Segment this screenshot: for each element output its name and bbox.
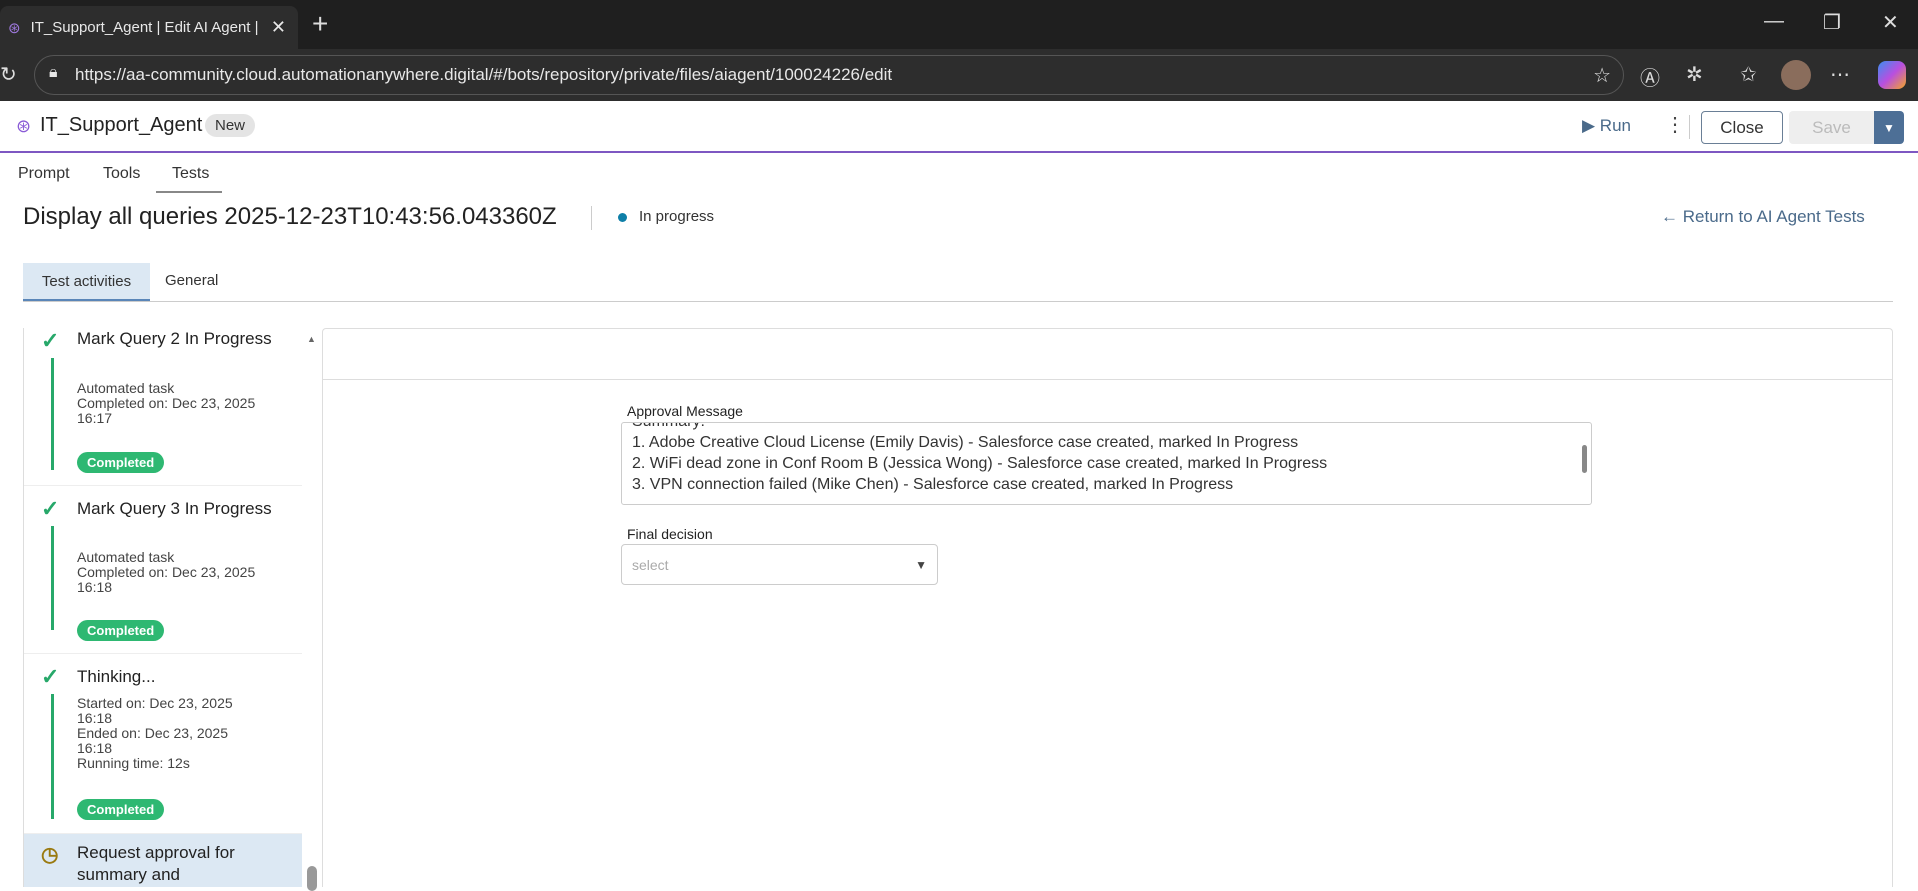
run-label: Run (1599, 116, 1631, 135)
activity-meta: 16:18 (77, 740, 113, 756)
activity-meta: Automated task (77, 380, 175, 396)
chevron-down-icon: ▼ (915, 557, 927, 572)
activity-meta: 16:18 (77, 579, 113, 595)
timeline-line (51, 694, 54, 819)
check-icon: ✓ (41, 664, 60, 689)
activity-meta: Completed on: Dec 23, 2025 (77, 395, 256, 411)
scroll-up-icon[interactable]: ▲ (307, 334, 316, 344)
timeline-line (51, 526, 54, 630)
url-text: https://aa-community.cloud.automationany… (75, 65, 893, 84)
message-line: 3. VPN connection failed (Mike Chen) - S… (632, 476, 1234, 493)
status-badge: Completed (77, 452, 165, 473)
save-dropdown-icon[interactable]: ▼ (1874, 111, 1904, 144)
lock-icon: 🔒︎ (49, 64, 58, 81)
reload-icon[interactable]: ↻ (0, 62, 17, 87)
check-icon: ✓ (41, 328, 60, 353)
clock-icon: ◷ (41, 844, 59, 866)
profile-avatar[interactable] (1781, 60, 1811, 90)
status-badge: Completed (77, 799, 165, 820)
divider (1689, 115, 1690, 139)
final-decision-select[interactable]: select ▼ (621, 544, 938, 585)
browser-tab[interactable]: ⊛ IT_Support_Agent | Edit AI Agent | ✕ (0, 6, 298, 49)
approval-message-label: Approval Message (627, 403, 743, 419)
activity-meta: Started on: Dec 23, 2025 (77, 695, 233, 711)
activity-meta: 16:17 (77, 410, 113, 426)
more-options-icon[interactable]: ⋯ (1830, 62, 1850, 87)
status-dot-icon (618, 213, 627, 222)
activity-title: Thinking... (77, 667, 156, 686)
copilot-icon[interactable] (1878, 61, 1906, 89)
check-icon: ✓ (41, 496, 60, 521)
status-badge: Completed (77, 620, 165, 641)
activity-meta: Running time: 12s (77, 755, 190, 771)
new-badge: New (205, 114, 256, 137)
agent-name: IT_Support_Agent (40, 114, 203, 136)
tab-general[interactable]: General (165, 272, 218, 289)
activity-meta: Automated task (77, 549, 175, 565)
agent-icon: ⊛ (16, 116, 32, 136)
active-tab-underline (156, 191, 222, 193)
activity-scrollbar[interactable]: ▲ (306, 328, 318, 891)
message-scrollbar[interactable] (1580, 425, 1590, 502)
message-line: 2. WiFi dead zone in Conf Room B (Jessic… (632, 455, 1328, 472)
close-button[interactable]: Close (1701, 111, 1783, 144)
new-tab-icon[interactable]: + (312, 8, 328, 40)
select-placeholder: select (632, 556, 669, 573)
activity-item-selected[interactable]: ◷ Request approval for summary and (24, 834, 302, 887)
activity-item[interactable]: ✓ Mark Query 2 In Progress Automated tas… (24, 328, 302, 486)
activity-item[interactable]: ✓ Thinking... Started on: Dec 23, 2025 16… (24, 654, 302, 834)
tab-test-activities[interactable]: Test activities (23, 263, 150, 301)
tab-title: IT_Support_Agent | Edit AI Agent | (30, 19, 259, 36)
favorite-star-icon[interactable]: ☆ (1593, 63, 1611, 88)
kebab-menu-icon[interactable]: ⋮ (1665, 112, 1685, 137)
message-line: Summary: (632, 423, 1581, 432)
timeline-line (51, 358, 54, 470)
page-title: Display all queries 2025-12-23T10:43:56.… (23, 203, 557, 230)
activity-title: Mark Query 3 In Progress (77, 499, 272, 518)
activity-meta: Completed on: Dec 23, 2025 (77, 564, 256, 580)
agent-logo-icon: ⊛ (8, 19, 21, 37)
close-tab-icon[interactable]: ✕ (271, 17, 286, 38)
read-aloud-icon[interactable]: Ⓐ (1640, 62, 1660, 91)
extensions-icon[interactable]: ✲ (1686, 62, 1703, 87)
activity-item[interactable]: ✓ Mark Query 3 In Progress Automated tas… (24, 486, 302, 654)
status-text: In progress (639, 208, 715, 225)
favorites-icon[interactable]: ✩ (1740, 62, 1757, 87)
tab-tests[interactable]: Tests (172, 165, 209, 183)
tab-tools[interactable]: Tools (103, 165, 140, 183)
divider (23, 301, 1893, 302)
divider (591, 206, 592, 230)
activity-title: Mark Query 2 In Progress (77, 329, 272, 348)
divider (322, 379, 1893, 380)
activity-meta: Ended on: Dec 23, 2025 (77, 725, 229, 741)
arrow-left-icon: ← (1661, 207, 1683, 226)
message-line: 1. Adobe Creative Cloud License (Emily D… (632, 434, 1299, 451)
scrollbar-thumb[interactable] (1582, 445, 1587, 473)
play-icon: ▶ (1582, 116, 1600, 135)
url-input[interactable]: 🔒︎ https://aa-community.cloud.automation… (34, 55, 1624, 95)
run-button[interactable]: ▶ Run (1582, 116, 1631, 136)
scrollbar-thumb[interactable] (307, 866, 317, 891)
detail-panel (322, 328, 1893, 887)
return-link[interactable]: ← Return to AI Agent Tests (1661, 207, 1865, 227)
activity-meta: 16:18 (77, 710, 113, 726)
close-window-icon[interactable]: ✕ (1882, 10, 1899, 35)
save-button[interactable]: Save (1789, 111, 1874, 144)
approval-message-textarea[interactable]: Summary: 1. Adobe Creative Cloud License… (621, 422, 1592, 505)
tab-prompt[interactable]: Prompt (18, 165, 70, 183)
activity-list: ✓ Mark Query 2 In Progress Automated tas… (23, 328, 302, 887)
maximize-icon[interactable]: ❐ (1823, 10, 1841, 35)
return-label: Return to AI Agent Tests (1682, 207, 1865, 226)
activity-title: Request approval for summary and (77, 843, 235, 884)
minimize-icon[interactable]: — (1764, 10, 1784, 33)
final-decision-label: Final decision (627, 526, 713, 542)
